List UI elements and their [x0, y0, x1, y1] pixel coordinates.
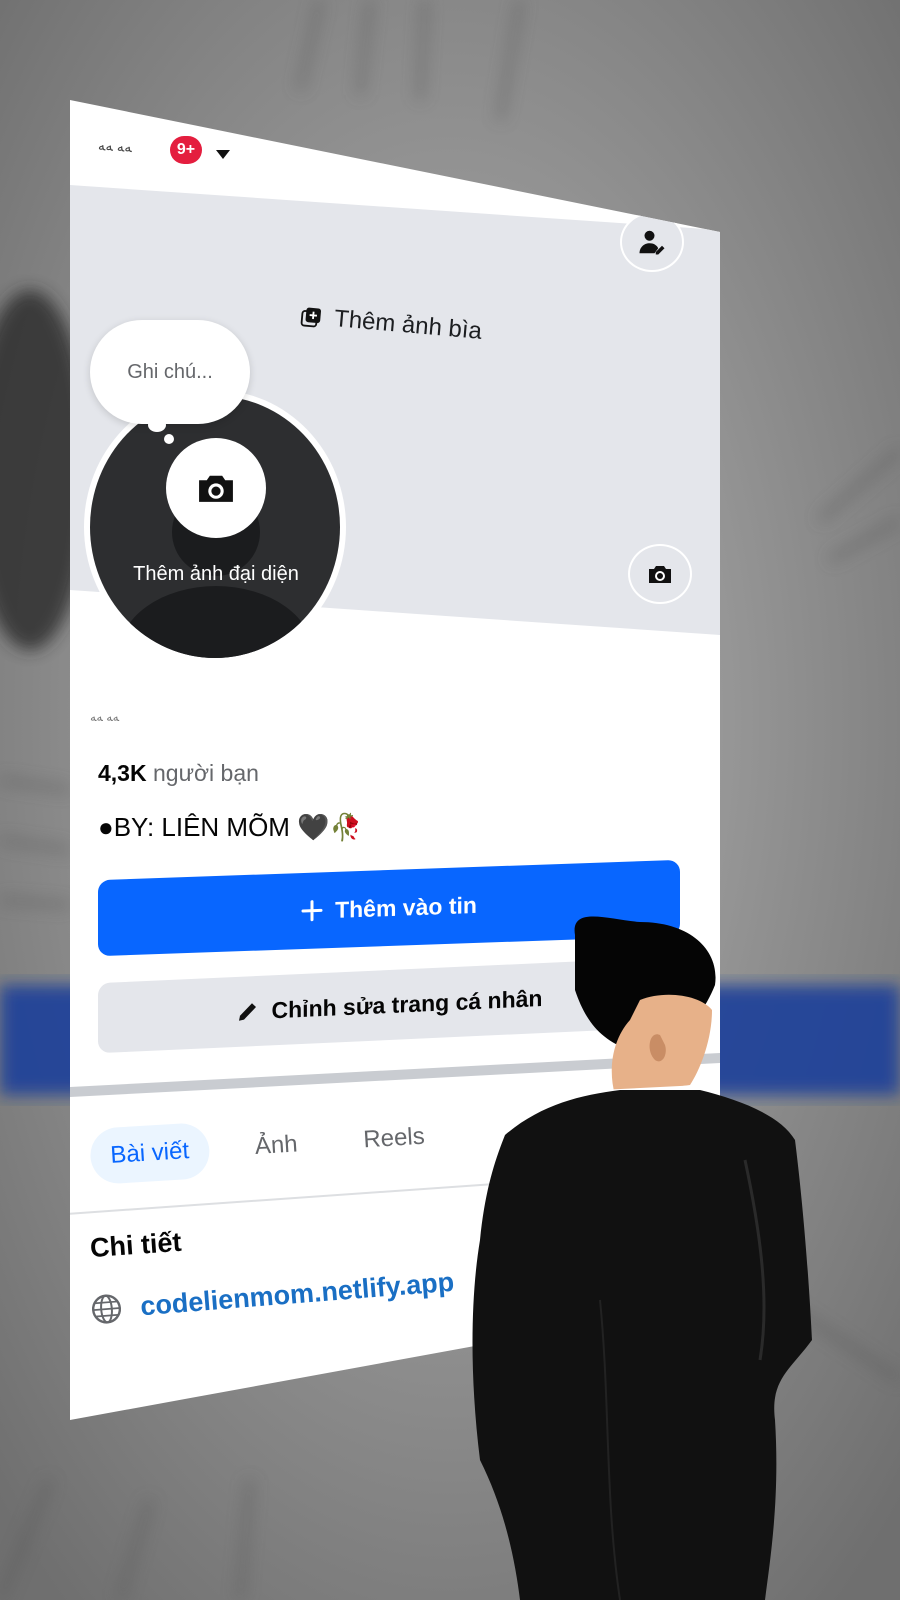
tab-posts[interactable]: Bài viết — [88, 1121, 211, 1186]
add-to-story-button[interactable]: Thêm vào tin — [98, 859, 680, 957]
topbar-name: ﻪﻪ ﻪﻪ — [97, 136, 133, 156]
add-avatar-label: Thêm ảnh đại diện — [133, 563, 299, 585]
profile-username: ﻪﻪ ﻪﻪ — [90, 710, 120, 724]
friends-number: 4,3K — [98, 760, 147, 786]
avatar-camera-button[interactable] — [166, 438, 266, 538]
profile-card: ﻪﻪ ﻪﻪ 9+ Thêm ảnh bìa Thêm ảnh đại diện — [70, 100, 720, 1420]
friends-label: người bạn — [152, 760, 259, 786]
friends-count[interactable]: 4,3K người bạn — [98, 760, 259, 787]
globe-icon — [91, 1294, 122, 1324]
cover-camera-button[interactable] — [628, 544, 692, 604]
bio-text: ●BY: LIÊN MÕM 🖤🥀 — [98, 812, 362, 842]
pencil-icon — [238, 1003, 256, 1021]
tab-reels[interactable]: Reels — [342, 1107, 447, 1169]
plus-icon — [301, 900, 323, 922]
caret-down-icon[interactable] — [216, 150, 230, 159]
website-row[interactable]: codelienmom.netlify.app — [89, 1266, 455, 1327]
note-placeholder: Ghi chú... — [127, 360, 213, 383]
user-edit-icon — [639, 230, 665, 255]
edit-profile-label: Chỉnh sửa trang cá nhân — [271, 984, 543, 1023]
edit-profile-button[interactable]: Chỉnh sửa trang cá nhân — [98, 956, 680, 1054]
notification-badge[interactable]: 9+ — [170, 136, 202, 164]
profile-note-bubble[interactable]: Ghi chú... — [90, 320, 250, 424]
avatar-silhouette-body — [118, 586, 314, 658]
note-bubble-tail — [148, 418, 166, 432]
profile-tabs: Bài viết Ảnh Reels — [88, 1088, 651, 1192]
note-bubble-tail-dot — [164, 434, 174, 444]
camera-icon — [649, 566, 671, 583]
tab-photos[interactable]: Ảnh — [233, 1115, 319, 1176]
avatar[interactable]: Thêm ảnh đại diện — [90, 396, 340, 658]
photo-stack-icon — [300, 307, 322, 328]
website-link[interactable]: codelienmom.netlify.app — [139, 1266, 455, 1322]
profile-bio: ●BY: LIÊN MÕM 🖤🥀 — [98, 812, 362, 843]
details-title: Chi tiết — [89, 1226, 183, 1264]
add-to-story-label: Thêm vào tin — [335, 891, 477, 923]
camera-icon — [199, 475, 233, 502]
